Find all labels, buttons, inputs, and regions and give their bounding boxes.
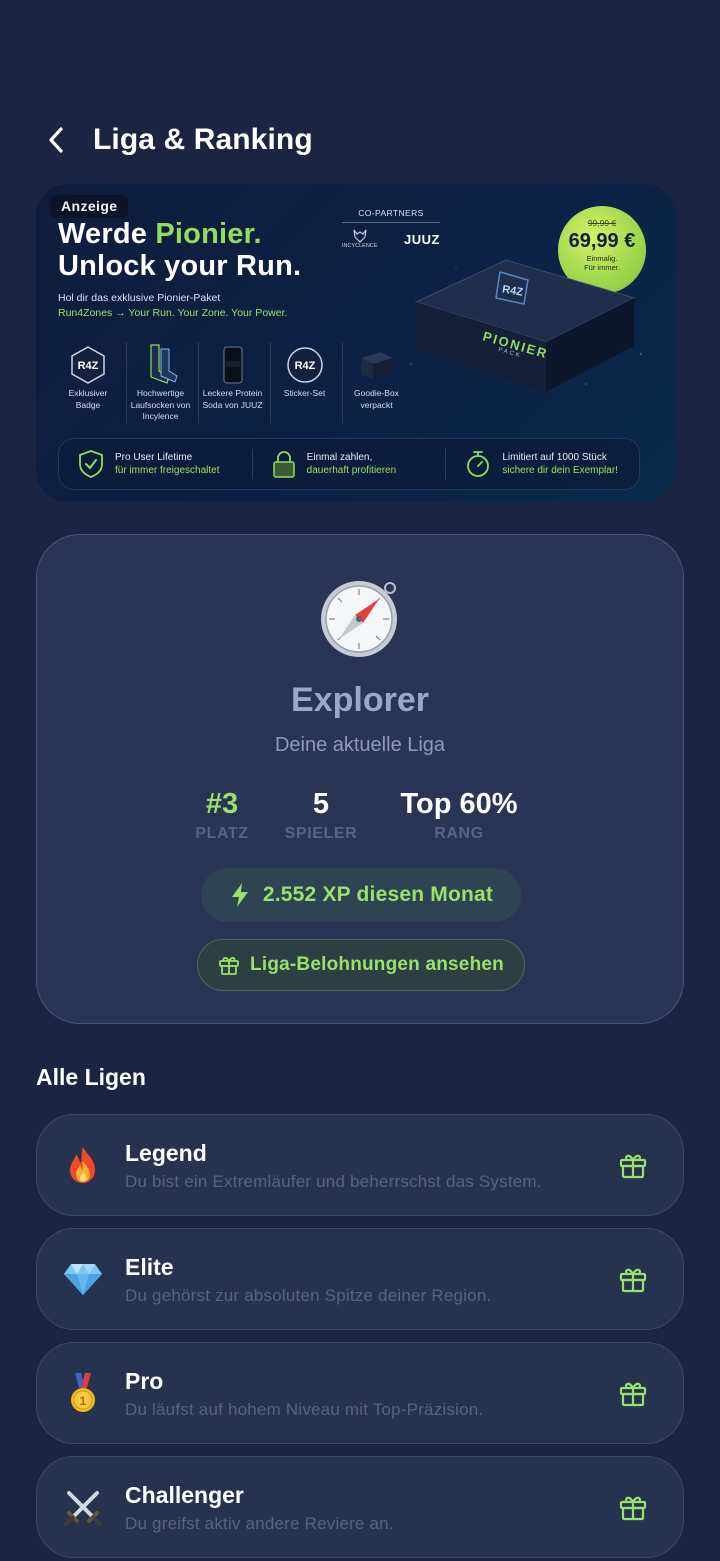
stopwatch-icon bbox=[467, 451, 490, 477]
league-row-description: Du bist ein Extremläufer und beherrschst… bbox=[125, 1172, 542, 1191]
stat-value: #3 bbox=[205, 788, 239, 820]
ad-banner[interactable]: Anzeige Werde Pionier. Unlock your Run. … bbox=[36, 184, 676, 502]
league-subtitle: Deine aktuelle Liga bbox=[274, 734, 446, 756]
stat-label: RANG bbox=[434, 825, 484, 842]
stat-value: 5 bbox=[312, 788, 330, 820]
benefit-payment: Einmal zahlen, dauerhaft profitieren bbox=[251, 449, 446, 479]
feature-label: Leckere Protein Soda von JUUZ bbox=[202, 388, 263, 410]
back-button[interactable] bbox=[40, 118, 72, 162]
ad-headline-line2: Unlock your Run. bbox=[58, 250, 302, 282]
league-row-legend[interactable]: Legend Du bist ein Extremläufer und behe… bbox=[36, 1114, 684, 1216]
feature-soda: Leckere Protein Soda von JUUZ bbox=[198, 342, 266, 423]
stat-label: PLATZ bbox=[195, 825, 249, 842]
fire-icon bbox=[63, 1145, 103, 1185]
shield-check-icon bbox=[79, 450, 103, 478]
league-ranking-screen: Liga & Ranking Anzeige Werde Pionier. Un… bbox=[0, 0, 720, 1561]
feature-sticker: R4Z Sticker-Set bbox=[270, 342, 338, 423]
medal-icon: 1 bbox=[63, 1373, 103, 1413]
league-row-challenger[interactable]: Challenger Du greifst aktiv andere Revie… bbox=[36, 1456, 684, 1558]
svg-text:1: 1 bbox=[80, 1394, 87, 1408]
ad-tagline: Run4Zones → Your Run. Your Zone. Your Po… bbox=[58, 307, 288, 319]
incyclence-logo: INCYCLENCE bbox=[342, 229, 377, 249]
co-partners: CO-PARTNERS INCYCLENCE JUUZ bbox=[342, 208, 440, 249]
ad-headline-part1: Werde bbox=[58, 218, 156, 250]
feature-socks: Hochwertige Laufsocken von Incylence bbox=[126, 342, 194, 423]
socks-icon bbox=[149, 344, 178, 384]
league-row-elite[interactable]: Elite Du gehörst zur absoluten Spitze de… bbox=[36, 1228, 684, 1330]
stat-players: 5 SPIELER bbox=[277, 787, 365, 843]
juuz-logo: JUUZ bbox=[404, 231, 440, 247]
league-row-title: Legend bbox=[125, 1140, 207, 1166]
ad-headline-green: Pionier. bbox=[155, 218, 262, 250]
league-row-title: Pro bbox=[125, 1368, 164, 1394]
stat-percentile: Top 60% RANG bbox=[381, 787, 537, 843]
feature-box: Goodie-Box verpackt bbox=[342, 342, 410, 423]
gift-box-icon bbox=[360, 352, 393, 380]
league-row-pro[interactable]: 1 Pro Du läufst auf hohem Niveau mit Top… bbox=[36, 1342, 684, 1444]
gift-icon[interactable] bbox=[619, 1265, 647, 1293]
rewards-button-label: Liga-Belohnungen ansehen bbox=[250, 954, 504, 975]
can-icon bbox=[223, 346, 242, 384]
league-row-description: Du gehörst zur absoluten Spitze deiner R… bbox=[125, 1286, 492, 1305]
feature-label: Hochwertige Laufsocken von Incylence bbox=[130, 388, 191, 421]
feature-label: Exklusiver Badge bbox=[68, 388, 108, 410]
stat-rank-place: #3 PLATZ bbox=[181, 787, 263, 843]
crossed-swords-icon bbox=[63, 1487, 103, 1527]
ad-features: R4Z Exklusiver Badge Hochwertige Laufsoc… bbox=[54, 342, 414, 423]
lock-icon bbox=[272, 451, 295, 478]
lightning-icon bbox=[231, 883, 248, 907]
ad-tag: Anzeige bbox=[50, 195, 129, 218]
league-rewards-button[interactable]: Liga-Belohnungen ansehen bbox=[197, 939, 525, 991]
xp-badge: 2.552 XP diesen Monat bbox=[201, 868, 521, 922]
r4z-badge-icon: R4Z bbox=[71, 346, 105, 384]
feature-badge: R4Z Exklusiver Badge bbox=[54, 342, 122, 423]
league-row-title: Elite bbox=[125, 1254, 174, 1280]
xp-text: 2.552 XP diesen Monat bbox=[262, 883, 494, 906]
gift-icon[interactable] bbox=[619, 1493, 647, 1521]
partners-logos: INCYCLENCE JUUZ bbox=[342, 229, 440, 249]
pionier-pack-box-image: R4Z PIONIER PACK bbox=[410, 259, 643, 392]
ad-headline: Werde Pionier. Unlock your Run. bbox=[58, 218, 301, 282]
diamond-icon bbox=[63, 1259, 103, 1299]
svg-text:R4Z: R4Z bbox=[294, 360, 315, 372]
league-row-description: Du greifst aktiv andere Reviere an. bbox=[125, 1514, 394, 1533]
sticker-icon: R4Z bbox=[286, 347, 323, 383]
league-row-title: Challenger bbox=[125, 1482, 244, 1508]
stat-value: Top 60% bbox=[400, 788, 518, 820]
league-name: Explorer bbox=[291, 681, 429, 719]
benefit-limited: Limitiert auf 1000 Stück sichere dir dei… bbox=[445, 449, 639, 479]
feature-label: Sticker-Set bbox=[283, 388, 326, 398]
gift-icon[interactable] bbox=[619, 1151, 647, 1179]
stat-label: SPIELER bbox=[284, 825, 358, 842]
benefit-lifetime: Pro User Lifetime für immer freigeschalt… bbox=[59, 449, 252, 479]
new-price: 69,99 € bbox=[568, 230, 636, 252]
old-price: 99,99 € bbox=[587, 218, 617, 228]
page-title: Liga & Ranking bbox=[93, 123, 313, 156]
wolf-icon bbox=[353, 229, 367, 243]
gift-icon[interactable] bbox=[619, 1379, 647, 1407]
league-row-description: Du läufst auf hohem Niveau mit Top-Präzi… bbox=[125, 1400, 484, 1419]
compass-icon bbox=[321, 581, 397, 657]
ad-subtitle: Hol dir das exklusive Pionier-Paket bbox=[58, 292, 221, 304]
current-league-card: Explorer Deine aktuelle Liga #3 PLATZ 5 … bbox=[36, 534, 684, 1024]
feature-label: Goodie-Box verpackt bbox=[354, 388, 399, 410]
gift-icon bbox=[219, 957, 239, 975]
co-partners-title: CO-PARTNERS bbox=[342, 208, 440, 223]
header: Liga & Ranking bbox=[40, 118, 313, 162]
chevron-left-icon bbox=[49, 127, 63, 153]
svg-text:R4Z: R4Z bbox=[78, 360, 99, 372]
all-leagues-title: Alle Ligen bbox=[36, 1064, 146, 1090]
ad-benefits: Pro User Lifetime für immer freigeschalt… bbox=[58, 438, 640, 490]
